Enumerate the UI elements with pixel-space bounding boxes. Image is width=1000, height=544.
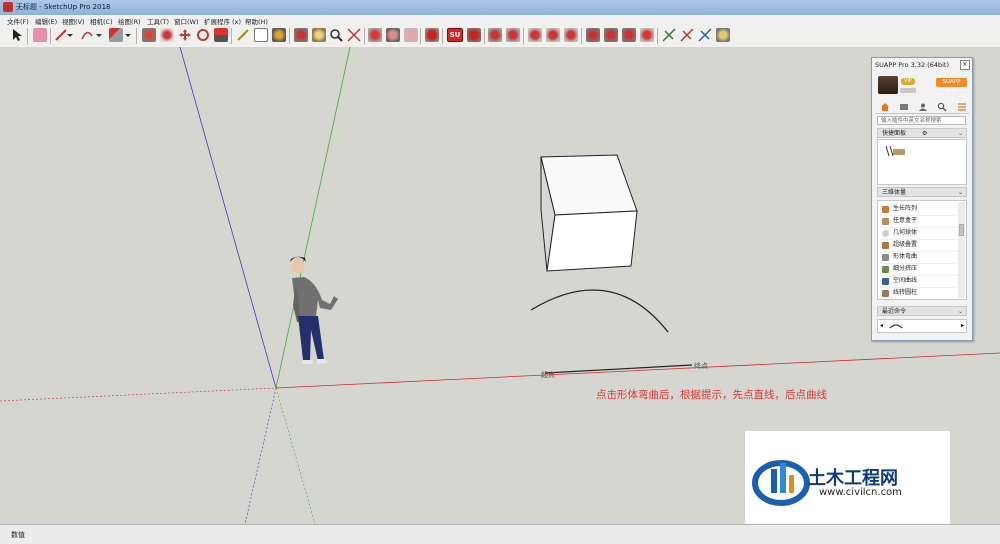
user-icon[interactable] [918, 102, 928, 112]
suapp-tabs [875, 100, 969, 114]
recent-commands-header[interactable]: 最近命令 ⌄ [877, 306, 967, 316]
watermark-logo: 土木工程网 www.civilcn.com [745, 431, 950, 532]
list-item[interactable]: 线转圆柱 [880, 287, 960, 299]
username-placeholder [900, 88, 916, 93]
suapp-panel: SUAPP Pro 3.32 (64bit) × VIP SUAPP 3.32 … [871, 57, 973, 341]
plugin-icon [882, 206, 889, 213]
red-axis-hidden [0, 387, 277, 402]
scrollbar-thumb[interactable] [959, 224, 964, 236]
civilcn-logo-icon [752, 460, 810, 506]
watermark-url: www.civilcn.com [819, 487, 902, 498]
blue-axis-hidden [244, 387, 277, 525]
search-icon[interactable] [937, 102, 947, 112]
plugin-icon [882, 278, 889, 285]
chevron-left-icon[interactable]: ◂ [880, 322, 883, 329]
plugin-icon [882, 242, 889, 249]
quick-panel-label: 快捷面板 [882, 130, 907, 137]
plugin-icon [882, 218, 889, 225]
chevron-down-icon[interactable]: ⌄ [958, 307, 963, 316]
home-icon[interactable] [880, 102, 890, 112]
suapp-brand-button[interactable]: SUAPP 3.32 [936, 78, 967, 94]
green-axis-hidden [275, 387, 316, 525]
chevron-down-icon[interactable]: ⌄ [958, 129, 963, 138]
chevron-right-icon[interactable]: ▸ [961, 322, 964, 329]
quick-panel-area [877, 139, 967, 185]
end-point-label: 终点 [694, 362, 708, 370]
quick-panel-header[interactable]: 快捷面板 ⚙ ⌄ [877, 128, 967, 138]
arc-curve[interactable] [530, 289, 669, 333]
bend-tool-icon[interactable] [889, 322, 903, 332]
category-header[interactable]: 三维体量 ⌄ [877, 187, 967, 197]
category-label: 三维体量 [882, 189, 907, 196]
plugin-icon [882, 230, 889, 237]
blue-axis-line [179, 46, 277, 389]
recent-commands-label: 最近命令 [882, 308, 907, 315]
box-geometry[interactable] [540, 154, 638, 272]
chevron-down-icon[interactable]: ⌄ [958, 188, 963, 197]
person-figure[interactable] [290, 256, 338, 364]
list-scrollbar[interactable] [958, 202, 965, 298]
plugin-icon [882, 266, 889, 273]
measurements-label: 数值 [11, 531, 25, 539]
instruction-hint: 点击形体弯曲后，根据提示，先点直线，后点曲线 [596, 389, 827, 401]
vip-badge: VIP [901, 78, 915, 85]
plugin-icon [882, 290, 889, 297]
menu-icon[interactable] [957, 102, 967, 112]
shelf-tool-icon[interactable] [883, 144, 907, 158]
grid-icon[interactable] [899, 102, 909, 112]
plugin-icon [882, 254, 889, 261]
recent-commands-area: ◂ ▸ [877, 319, 967, 333]
close-icon[interactable]: × [960, 60, 970, 70]
gear-icon[interactable]: ⚙ [922, 129, 927, 138]
start-point-label: 起点 [541, 371, 555, 379]
suapp-panel-title: SUAPP Pro 3.32 (64bit) [875, 61, 949, 69]
status-bar: 数值 [0, 524, 1000, 544]
red-axis-line [275, 352, 1000, 389]
plugin-list: 生长阵列 任意盒子 几何球体 超级叠置 形体弯曲 细分挤压 空间曲线 线转圆柱 [877, 200, 967, 300]
plugin-search-input[interactable]: 输入插件中英文名称搜索 [877, 116, 966, 125]
avatar[interactable] [878, 76, 898, 94]
